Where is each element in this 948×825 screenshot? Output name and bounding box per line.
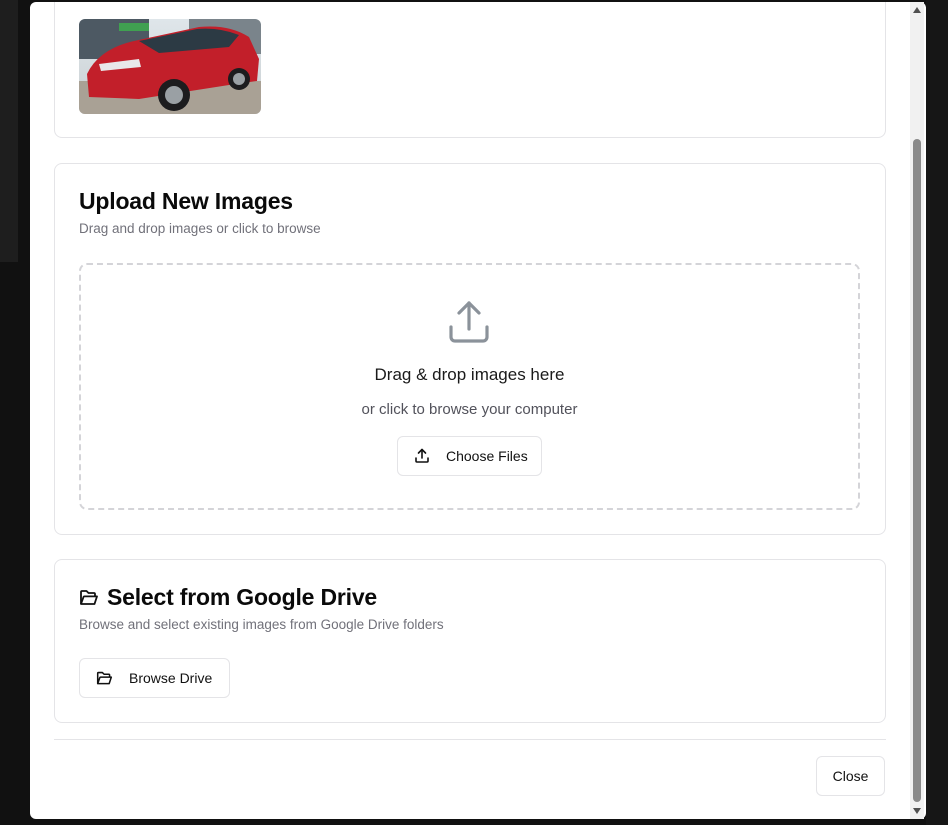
close-button[interactable]: Close xyxy=(816,756,885,796)
scroll-up-arrow-icon[interactable] xyxy=(913,7,921,13)
existing-images-card xyxy=(54,2,886,138)
scrollbar-thumb[interactable] xyxy=(913,139,921,802)
browse-drive-button[interactable]: Browse Drive xyxy=(79,658,230,698)
google-drive-card: Select from Google Drive Browse and sele… xyxy=(54,559,886,723)
footer-divider xyxy=(54,739,886,740)
drive-section-title: Select from Google Drive xyxy=(107,584,377,610)
browse-drive-label: Browse Drive xyxy=(129,670,213,686)
upload-icon xyxy=(415,448,429,463)
dropzone-title: Drag & drop images here xyxy=(374,365,565,384)
upload-section-subtitle: Drag and drop images or click to browse xyxy=(79,221,321,236)
upload-images-modal: Upload New Images Drag and drop images o… xyxy=(30,2,926,819)
drive-title-row: Select from Google Drive xyxy=(79,584,377,611)
upload-icon xyxy=(449,301,489,343)
folder-open-icon xyxy=(80,589,98,605)
choose-files-label: Choose Files xyxy=(446,448,528,464)
dropzone-subtitle: or click to browse your computer xyxy=(361,401,578,418)
folder-open-icon xyxy=(96,671,113,684)
scroll-down-arrow-icon[interactable] xyxy=(913,808,921,814)
upload-section-title: Upload New Images xyxy=(79,188,293,214)
choose-files-button[interactable]: Choose Files xyxy=(397,436,542,476)
drive-section-subtitle: Browse and select existing images from G… xyxy=(79,617,444,632)
page-backdrop-right xyxy=(926,0,948,825)
upload-new-images-card: Upload New Images Drag and drop images o… xyxy=(54,163,886,535)
page-backdrop xyxy=(0,0,18,262)
car-image-thumbnail[interactable] xyxy=(79,19,261,114)
image-dropzone[interactable]: Drag & drop images here or click to brow… xyxy=(79,263,860,510)
modal-scrollbar[interactable] xyxy=(910,2,924,819)
